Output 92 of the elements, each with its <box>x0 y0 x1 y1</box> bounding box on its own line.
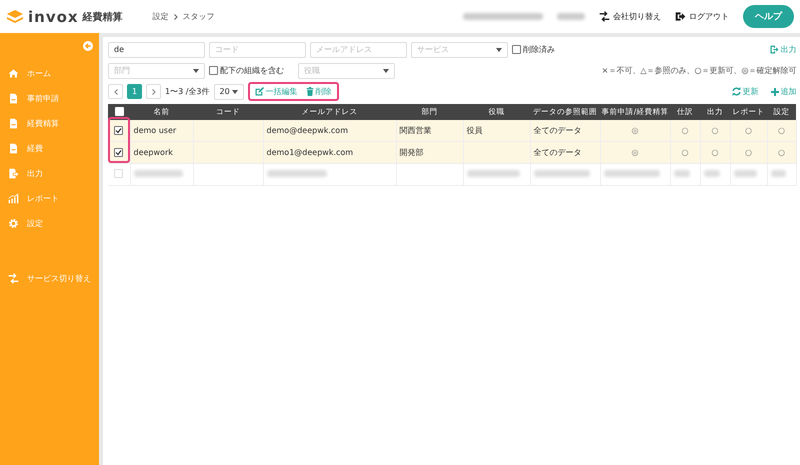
checkbox[interactable] <box>114 126 124 134</box>
caret-icon <box>232 90 238 94</box>
email-field[interactable]: メールアドレス <box>310 42 407 58</box>
code-field[interactable]: コード <box>209 42 306 58</box>
table-cell: 関西営業 <box>400 126 432 135</box>
table-cell: demo user <box>134 126 176 135</box>
caret-icon <box>383 68 389 72</box>
breadcrumb-item: スタッフ <box>182 11 215 22</box>
sidebar-item[interactable]: 設定 <box>0 211 99 236</box>
table-row[interactable]: demo user demo@deepwk.com 関西営業 役員 全てのデータ ◎ ○ ○ ○ ○ <box>108 120 796 142</box>
sidebar-item[interactable]: 事前申請 <box>0 86 99 111</box>
home-icon <box>8 68 19 79</box>
blurred-text <box>266 170 326 177</box>
settings-icon <box>8 218 19 229</box>
refresh-icon <box>732 87 740 96</box>
export-icon <box>770 45 778 54</box>
table-cell: ○ <box>712 126 718 135</box>
table-row[interactable]: deepwork demo1@deepwk.com 開発部 全てのデータ ◎ ○ ○ ○ ○ <box>108 142 796 164</box>
caret-icon <box>496 48 502 52</box>
blurred-text <box>734 170 756 177</box>
bulk-edit-button[interactable]: 一括編集 <box>254 86 298 97</box>
page-size-select[interactable]: 20 <box>214 84 244 100</box>
swap-icon <box>8 273 19 284</box>
table-cell: ◎ <box>632 148 638 157</box>
chevron-right-icon <box>152 88 156 94</box>
blurred-text <box>534 170 590 177</box>
sidebar-item[interactable]: ホーム <box>0 61 99 86</box>
table-cell: 全てのデータ <box>534 126 582 135</box>
document-icon <box>8 143 19 154</box>
bar-chart-icon <box>8 193 19 204</box>
sidebar-item[interactable]: 経費 <box>0 136 99 161</box>
logout-icon <box>675 11 686 22</box>
position-select[interactable]: 役職 <box>298 62 395 78</box>
help-button[interactable]: ヘルプ <box>743 5 794 28</box>
blurred-text <box>770 170 786 177</box>
plus-icon <box>770 88 778 96</box>
table-cell: ○ <box>778 148 785 157</box>
name-field[interactable]: de <box>108 42 205 58</box>
table-cell: 役員 <box>466 126 482 135</box>
checkbox[interactable] <box>512 45 521 54</box>
table-cell: ○ <box>745 126 752 135</box>
table-cell: ○ <box>778 126 785 135</box>
checkbox-label: 配下の組織を含む <box>220 65 284 76</box>
table-cell: 開発部 <box>400 148 424 157</box>
chevron-icon <box>174 14 178 20</box>
checkbox[interactable] <box>114 148 124 156</box>
service-select[interactable]: サービス <box>411 42 508 58</box>
export-icon <box>8 168 19 179</box>
product-name: 経費精算 <box>82 10 123 24</box>
chevron-left-icon <box>114 88 118 94</box>
blurred-text <box>134 170 182 177</box>
switch-company-button[interactable]: 会社切り替え <box>599 11 661 22</box>
checkbox[interactable] <box>209 66 218 75</box>
logout-button[interactable]: ログアウト <box>675 11 729 22</box>
caret-icon <box>193 68 199 72</box>
permission-legend: ×＝不可、△＝参照のみ、○＝更新可、◎＝確定解除可 <box>602 65 796 76</box>
checkbox-label: 削除済み <box>523 44 555 55</box>
blurred-text <box>466 170 520 177</box>
breadcrumb-item[interactable]: 設定 <box>152 11 169 22</box>
table-cell: demo1@deepwk.com <box>266 148 354 157</box>
result-count: 1〜3 /全3件 <box>165 86 210 97</box>
table-cell: ○ <box>745 148 752 157</box>
trash-icon <box>306 87 314 96</box>
table-cell: ○ <box>682 148 688 157</box>
previous-page-button[interactable] <box>108 84 123 99</box>
table-cell: 全てのデータ <box>534 148 582 157</box>
add-button[interactable]: 追加 <box>770 86 796 97</box>
department-select[interactable]: 部門 <box>108 62 205 78</box>
sidebar-item[interactable]: 経費精算 <box>0 111 99 136</box>
document-icon <box>8 118 19 129</box>
blurred-text <box>704 170 720 177</box>
sidebar-item[interactable]: レポート <box>0 186 99 211</box>
logo-text: invox <box>28 8 79 26</box>
blurred-text <box>674 170 690 177</box>
table-cell: ○ <box>682 126 688 135</box>
table-cell: ◎ <box>632 126 638 135</box>
blurred-user-name <box>557 13 585 20</box>
edit-icon <box>254 87 264 96</box>
export-link[interactable]: 出力 <box>770 44 796 55</box>
service-switch-item[interactable]: サービス切り替え <box>0 266 99 291</box>
document-icon <box>8 93 19 104</box>
table-cell: demo@deepwk.com <box>266 126 348 135</box>
delete-button[interactable]: 削除 <box>306 86 332 97</box>
next-page-button[interactable] <box>146 84 161 99</box>
sidebar-item[interactable]: 出力 <box>0 161 99 186</box>
swap-icon <box>599 11 610 22</box>
table-cell: deepwork <box>134 148 173 157</box>
page-button[interactable]: 1 <box>127 84 142 99</box>
table-cell: ○ <box>712 148 718 157</box>
refresh-button[interactable]: 更新 <box>732 86 758 97</box>
logo-icon <box>6 8 24 24</box>
blurred-text <box>604 170 660 177</box>
